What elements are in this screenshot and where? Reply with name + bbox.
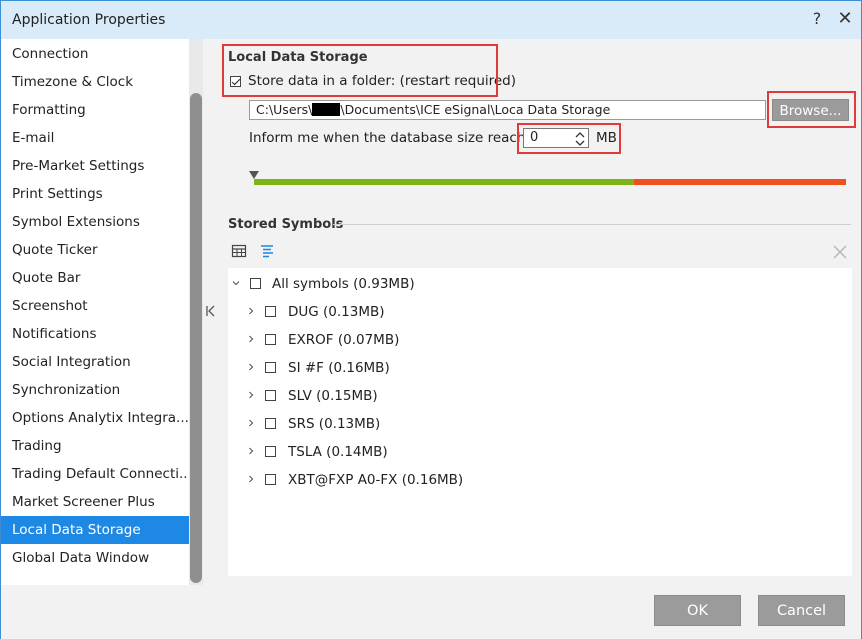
title-bar: Application Properties ? ✕ xyxy=(1,1,861,39)
sidebar-item-quote-ticker[interactable]: Quote Ticker xyxy=(1,236,189,264)
application-properties-dialog: Application Properties ? ✕ Connection Ti… xyxy=(0,0,862,639)
symbol-item: TSLA (0.14MB) xyxy=(288,444,388,460)
highlight-browse-button xyxy=(767,91,856,128)
chevron-right-icon[interactable] xyxy=(247,391,255,399)
symbol-item: XBT@FXP A0-FX (0.16MB) xyxy=(288,472,464,488)
cancel-button[interactable]: Cancel xyxy=(758,595,845,626)
settings-sidebar: Connection Timezone & Clock Formatting E… xyxy=(1,39,189,585)
symbol-checkbox[interactable] xyxy=(265,474,276,485)
sidebar-item-email[interactable]: E-mail xyxy=(1,124,189,152)
chevron-right-icon[interactable] xyxy=(247,447,255,455)
symbol-item: SI #F (0.16MB) xyxy=(288,360,390,376)
ok-button[interactable]: OK xyxy=(654,595,741,626)
highlight-size-field xyxy=(517,123,621,154)
help-button[interactable]: ? xyxy=(807,9,827,31)
sidebar-item-timezone-clock[interactable]: Timezone & Clock xyxy=(1,68,189,96)
chevron-right-icon[interactable] xyxy=(247,419,255,427)
sidebar-scroll-thumb[interactable] xyxy=(190,93,202,583)
highlight-store-option xyxy=(222,44,498,97)
delete-icon[interactable] xyxy=(832,244,848,260)
sidebar-item-global-data-window[interactable]: Global Data Window xyxy=(1,544,189,572)
symbol-checkbox[interactable] xyxy=(265,446,276,457)
path-prefix: C:\Users\ xyxy=(256,102,313,117)
sidebar-item-market-screener-plus[interactable]: Market Screener Plus xyxy=(1,488,189,516)
usage-bar-warning xyxy=(634,179,846,185)
symbol-checkbox[interactable] xyxy=(265,362,276,373)
sidebar-item-pre-market-settings[interactable]: Pre-Market Settings xyxy=(1,152,189,180)
close-button[interactable]: ✕ xyxy=(835,8,855,30)
symbol-item: SRS (0.13MB) xyxy=(288,416,381,432)
sidebar-item-options-analytix[interactable]: Options Analytix Integra... xyxy=(1,404,189,432)
usage-marker-icon xyxy=(249,171,259,179)
usage-bar-normal xyxy=(254,179,634,185)
symbol-checkbox[interactable] xyxy=(265,390,276,401)
inform-size-label: Inform me when the database size reaches… xyxy=(249,130,546,146)
chevron-down-icon[interactable] xyxy=(232,279,240,287)
chevron-right-icon[interactable] xyxy=(247,475,255,483)
sidebar-item-trading-default-connection[interactable]: Trading Default Connecti... xyxy=(1,460,189,488)
symbol-checkbox[interactable] xyxy=(265,334,276,345)
all-symbols-checkbox[interactable] xyxy=(250,278,261,289)
chevron-right-icon[interactable] xyxy=(247,307,255,315)
section-divider xyxy=(333,224,851,225)
chevron-right-icon[interactable] xyxy=(247,363,255,371)
window-title: Application Properties xyxy=(12,12,166,28)
sidebar-item-print-settings[interactable]: Print Settings xyxy=(1,180,189,208)
storage-path-field[interactable]: C:\Users\ \Documents\ICE eSignal\Loca Dat… xyxy=(249,100,766,120)
table-view-icon[interactable] xyxy=(231,243,247,259)
sidebar-item-connection[interactable]: Connection xyxy=(1,40,189,68)
symbol-checkbox[interactable] xyxy=(265,418,276,429)
all-symbols-label: All symbols (0.93MB) xyxy=(272,276,415,292)
symbol-item: SLV (0.15MB) xyxy=(288,388,378,404)
symbol-item: EXROF (0.07MB) xyxy=(288,332,400,348)
sidebar-item-symbol-extensions[interactable]: Symbol Extensions xyxy=(1,208,189,236)
sidebar-item-formatting[interactable]: Formatting xyxy=(1,96,189,124)
sidebar-item-local-data-storage[interactable]: Local Data Storage xyxy=(1,516,189,544)
sidebar-item-social-integration[interactable]: Social Integration xyxy=(1,348,189,376)
path-suffix: \Documents\ICE eSignal\Loca Data Storage xyxy=(340,102,611,117)
stored-symbols-title: Stored Symbols xyxy=(228,217,344,232)
redacted-username xyxy=(312,103,341,116)
sidebar-item-synchronization[interactable]: Synchronization xyxy=(1,376,189,404)
sidebar-item-trading[interactable]: Trading xyxy=(1,432,189,460)
collapse-sidebar-icon[interactable] xyxy=(203,303,219,319)
tree-view-icon[interactable] xyxy=(259,243,275,259)
chevron-right-icon[interactable] xyxy=(247,335,255,343)
sidebar-item-screenshot[interactable]: Screenshot xyxy=(1,292,189,320)
sidebar-item-quote-bar[interactable]: Quote Bar xyxy=(1,264,189,292)
sidebar-item-notifications[interactable]: Notifications xyxy=(1,320,189,348)
stored-symbols-tree: All symbols (0.93MB) DUG (0.13MB) EXROF … xyxy=(228,268,852,576)
symbol-checkbox[interactable] xyxy=(265,306,276,317)
symbol-item: DUG (0.13MB) xyxy=(288,304,385,320)
